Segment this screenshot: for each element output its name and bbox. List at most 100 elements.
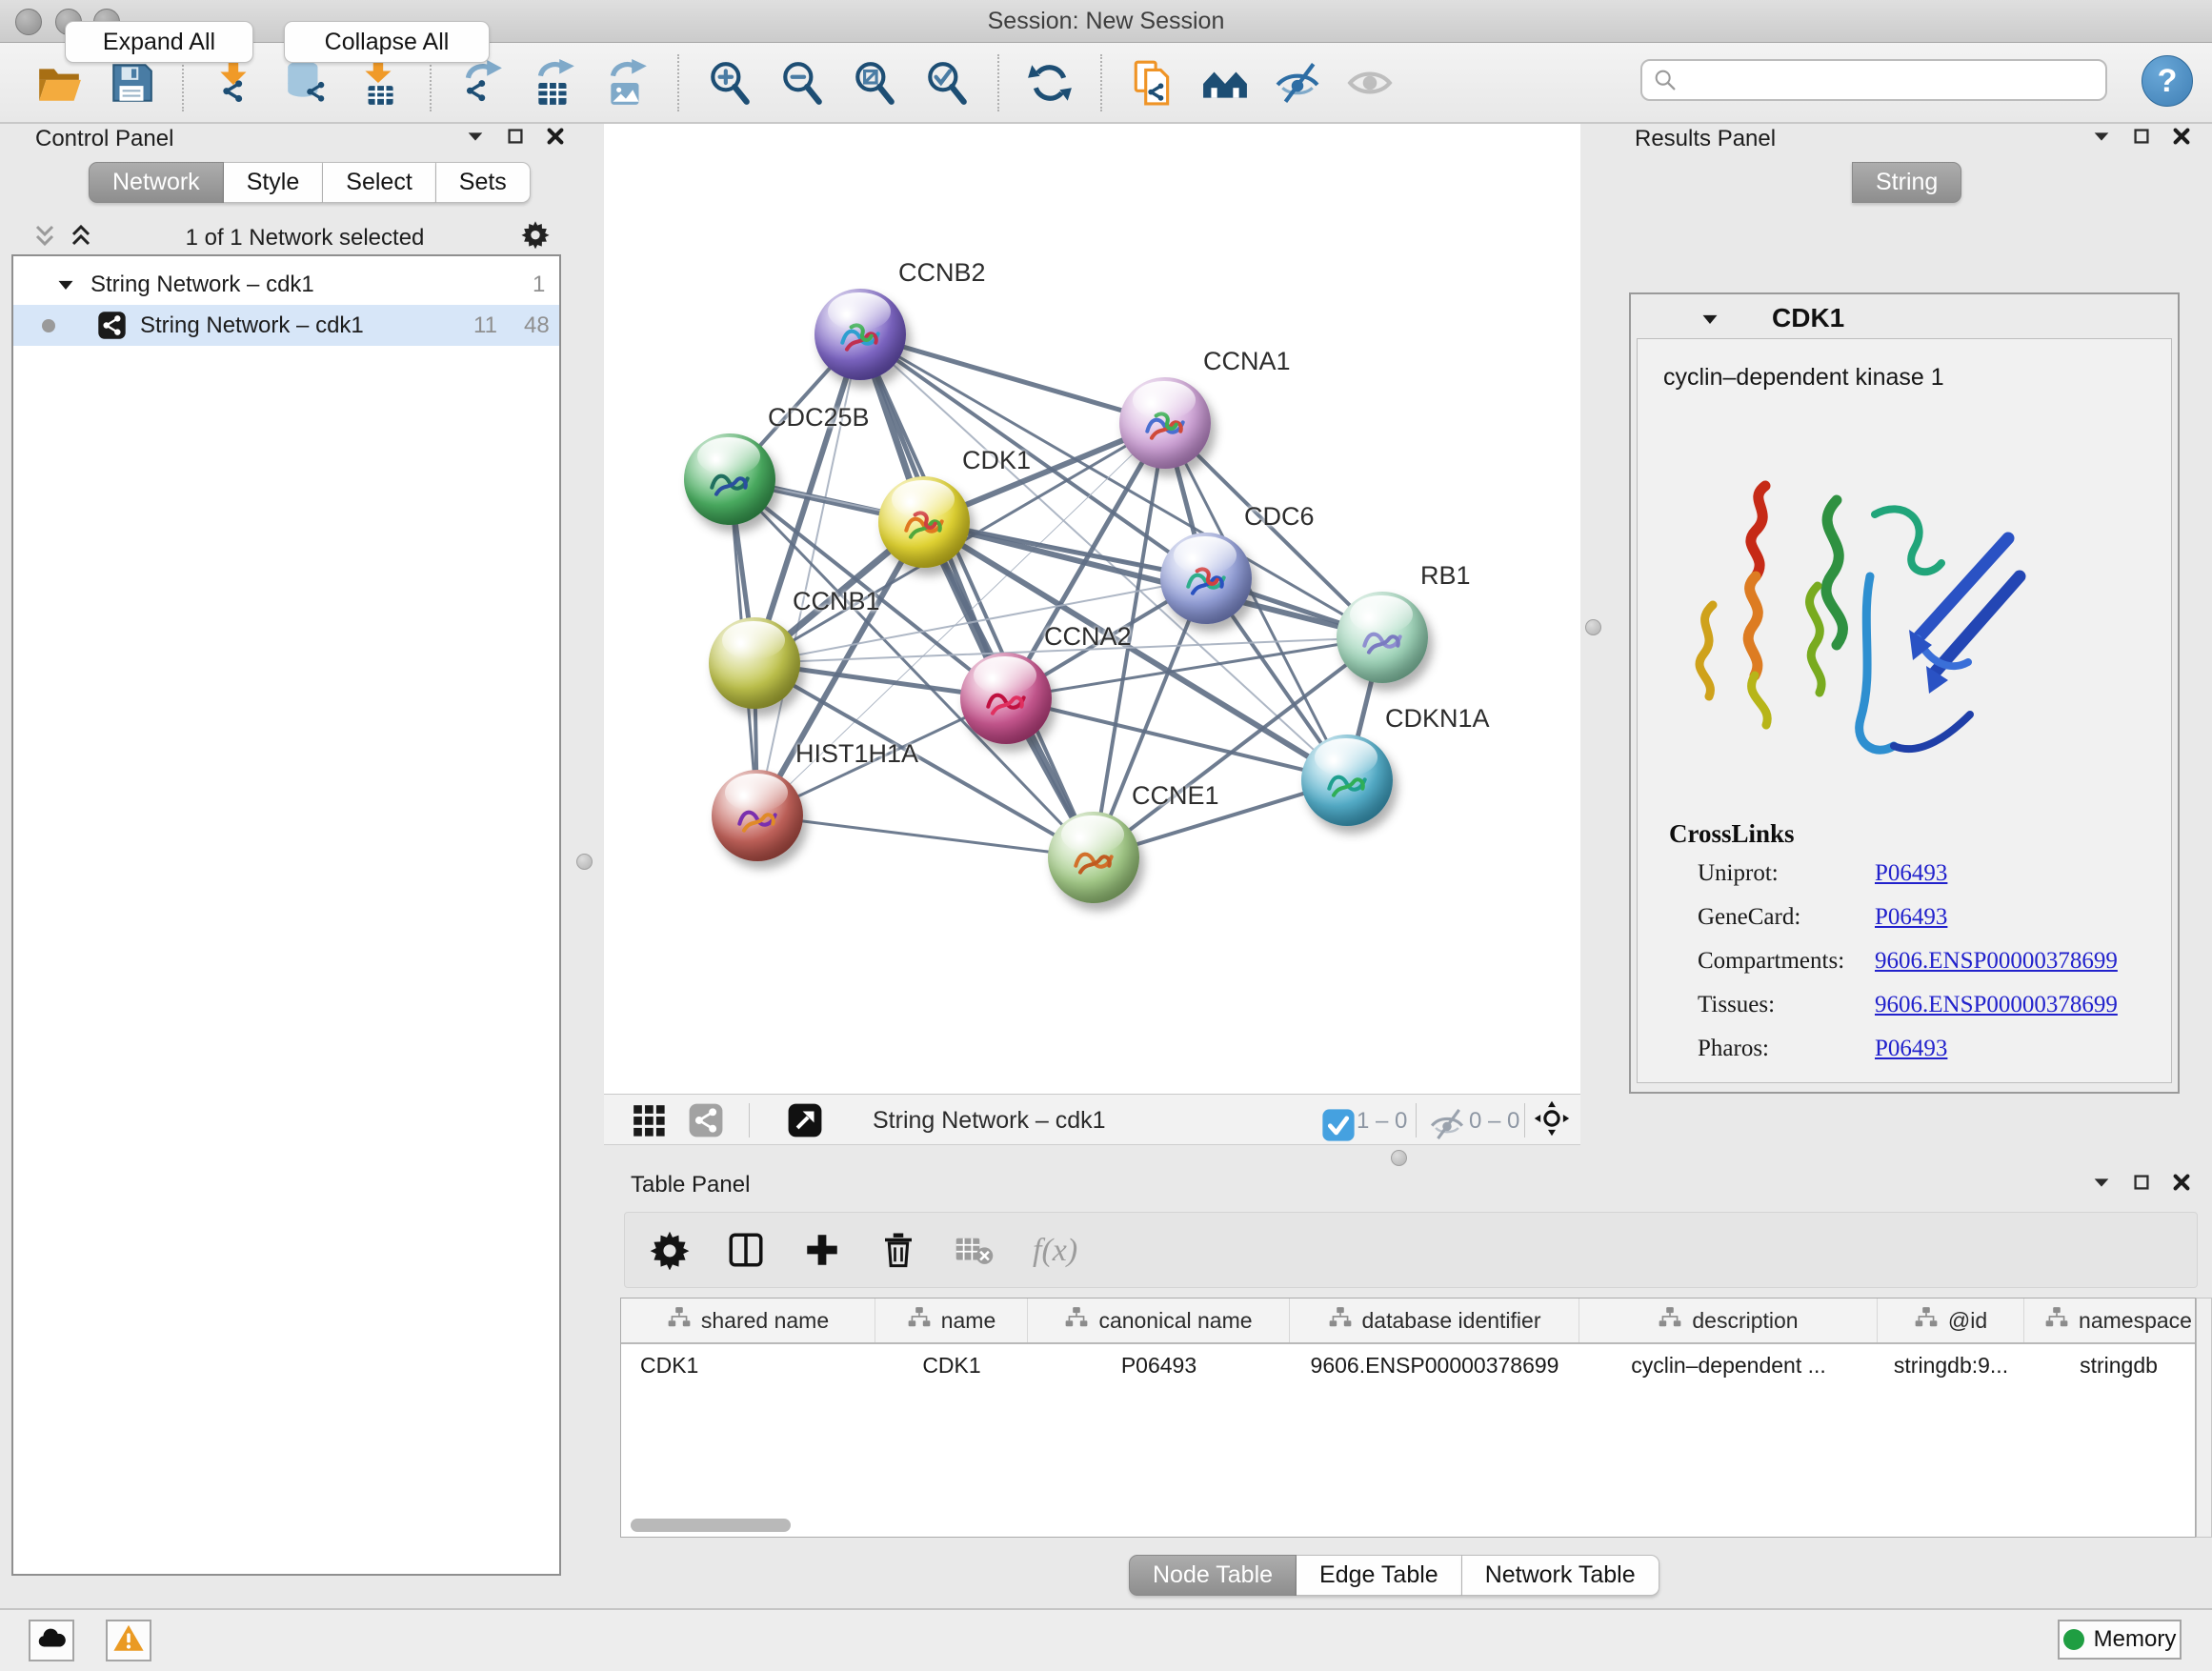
export-image-icon[interactable] bbox=[597, 53, 656, 112]
zoom-out-icon[interactable] bbox=[773, 53, 832, 112]
export-table-icon[interactable] bbox=[525, 53, 584, 112]
left-splitter-handle[interactable] bbox=[576, 854, 593, 870]
crosslink-link[interactable]: 9606.ENSP00000378699 bbox=[1875, 992, 2118, 1018]
network-node-CDC6[interactable] bbox=[1160, 533, 1252, 624]
table-cell[interactable]: CDK1 bbox=[621, 1344, 875, 1386]
network-options-gear-icon[interactable] bbox=[521, 220, 550, 253]
show-column-panel-icon[interactable] bbox=[726, 1230, 766, 1270]
collapse-panel-icon[interactable] bbox=[2091, 126, 2112, 151]
table-cell[interactable]: cyclin–dependent ... bbox=[1579, 1344, 1878, 1386]
network-node-CCNE1[interactable] bbox=[1048, 812, 1139, 903]
table-row[interactable]: CDK1CDK1P064939606.ENSP00000378699cyclin… bbox=[621, 1344, 2195, 1386]
show-all-icon[interactable] bbox=[1340, 53, 1399, 112]
column-tree-icon bbox=[907, 1305, 932, 1336]
hide-selected-icon[interactable] bbox=[1268, 53, 1327, 112]
column-header-database-identifier[interactable]: database identifier bbox=[1290, 1299, 1579, 1342]
memory-button[interactable]: Memory bbox=[2058, 1620, 2182, 1660]
zoom-fit-content-icon[interactable] bbox=[845, 53, 904, 112]
crosslink-label: GeneCard: bbox=[1698, 904, 1800, 931]
help-button[interactable]: ? bbox=[2142, 55, 2193, 107]
delete-column-icon[interactable] bbox=[878, 1230, 918, 1270]
crosshair-navigate-icon[interactable] bbox=[1534, 1100, 1570, 1141]
network-node-CDC25B[interactable] bbox=[684, 433, 775, 525]
network-node-CCNB2[interactable] bbox=[814, 289, 906, 380]
share-view-icon[interactable] bbox=[688, 1102, 724, 1143]
network-collection-label: String Network – cdk1 bbox=[90, 272, 314, 298]
table-cell[interactable]: P06493 bbox=[1028, 1344, 1290, 1386]
table-cell[interactable]: CDK1 bbox=[875, 1344, 1028, 1386]
first-neighbors-icon[interactable] bbox=[1196, 53, 1255, 112]
crosslink-link[interactable]: 9606.ENSP00000378699 bbox=[1875, 948, 2118, 975]
zoom-selected-region-icon[interactable] bbox=[917, 53, 976, 112]
zoom-in-icon[interactable] bbox=[700, 53, 759, 112]
network-node-CCNA2[interactable] bbox=[960, 653, 1052, 744]
column-header-namespace[interactable]: namespace bbox=[2024, 1299, 2212, 1342]
network-node-CDK1[interactable] bbox=[878, 476, 970, 568]
warnings-button[interactable] bbox=[106, 1620, 151, 1661]
new-network-from-selection-icon[interactable] bbox=[1123, 53, 1182, 112]
float-panel-icon[interactable] bbox=[505, 126, 526, 151]
right-splitter-handle[interactable] bbox=[1585, 619, 1601, 635]
collapse-entry-icon[interactable] bbox=[1700, 310, 1721, 333]
node-gloss bbox=[697, 437, 759, 475]
network-node-RB1[interactable] bbox=[1337, 592, 1428, 683]
column-header-description[interactable]: description bbox=[1579, 1299, 1878, 1342]
expand-all-button[interactable]: Expand All bbox=[65, 21, 253, 63]
selected-checkbox-icon[interactable] bbox=[1320, 1107, 1357, 1148]
table-vertical-scrollbar[interactable] bbox=[2196, 1298, 2212, 1538]
crosslink-link[interactable]: P06493 bbox=[1875, 1036, 1947, 1062]
close-panel-icon[interactable] bbox=[545, 126, 566, 151]
collapse-panel-icon[interactable] bbox=[2091, 1172, 2112, 1198]
control-tab-sets[interactable]: Sets bbox=[436, 162, 531, 203]
column-header-@id[interactable]: @id bbox=[1878, 1299, 2024, 1342]
table-cell[interactable]: stringdb bbox=[2024, 1344, 2212, 1386]
collapse-all-tree-icon[interactable] bbox=[32, 222, 57, 253]
table-cell[interactable]: stringdb:9... bbox=[1878, 1344, 2024, 1386]
column-header-canonical-name[interactable]: canonical name bbox=[1028, 1299, 1290, 1342]
delete-table-icon[interactable] bbox=[955, 1230, 995, 1270]
collapse-all-button[interactable]: Collapse All bbox=[284, 21, 490, 63]
search-box[interactable] bbox=[1640, 59, 2107, 101]
expand-all-tree-icon[interactable] bbox=[69, 222, 93, 253]
table-cell[interactable]: 9606.ENSP00000378699 bbox=[1290, 1344, 1579, 1386]
close-panel-icon[interactable] bbox=[2171, 126, 2192, 151]
cloud-icon bbox=[35, 1622, 68, 1660]
network-node-HIST1H1A[interactable] bbox=[712, 770, 803, 861]
column-header-shared-name[interactable]: shared name bbox=[621, 1299, 875, 1342]
crosslink-link[interactable]: P06493 bbox=[1875, 904, 1947, 931]
network-node-CDKN1A[interactable] bbox=[1301, 735, 1393, 826]
network-row[interactable]: String Network – cdk1 11 48 bbox=[13, 305, 559, 346]
table-tab-node-table[interactable]: Node Table bbox=[1129, 1555, 1297, 1596]
network-node-CCNA1[interactable] bbox=[1119, 377, 1211, 469]
table-options-gear-icon[interactable] bbox=[650, 1230, 690, 1270]
cloud-button[interactable] bbox=[29, 1620, 74, 1661]
crosslink-link[interactable]: P06493 bbox=[1875, 860, 1947, 887]
network-node-CCNB1[interactable] bbox=[709, 617, 800, 709]
control-tab-select[interactable]: Select bbox=[323, 162, 435, 203]
network-canvas[interactable]: CCNB2CCNA1CDC25BCDK1CDC6RB1CCNB1CCNA2CDK… bbox=[604, 124, 1580, 1094]
control-tab-style[interactable]: Style bbox=[224, 162, 324, 203]
table-tab-network-table[interactable]: Network Table bbox=[1462, 1555, 1659, 1596]
close-panel-icon[interactable] bbox=[2171, 1172, 2192, 1198]
grid-view-icon[interactable] bbox=[631, 1102, 667, 1143]
node-gloss bbox=[828, 292, 890, 331]
float-panel-icon[interactable] bbox=[2131, 1172, 2152, 1198]
results-panel-tab-string[interactable]: String bbox=[1852, 162, 1961, 203]
hidden-eye-slash-icon[interactable] bbox=[1429, 1106, 1465, 1147]
table-horizontal-scrollbar-thumb[interactable] bbox=[631, 1519, 791, 1532]
create-column-icon[interactable] bbox=[802, 1230, 842, 1270]
search-input[interactable] bbox=[1686, 66, 2096, 94]
column-tree-icon bbox=[1064, 1305, 1089, 1336]
function-builder-icon[interactable]: f(x) bbox=[1031, 1229, 1101, 1271]
tree-expand-icon[interactable] bbox=[56, 275, 75, 294]
column-header-name[interactable]: name bbox=[875, 1299, 1028, 1342]
collapse-panel-icon[interactable] bbox=[465, 126, 486, 151]
birdseye-arrow-icon[interactable] bbox=[787, 1102, 823, 1143]
table-tab-edge-table[interactable]: Edge Table bbox=[1297, 1555, 1462, 1596]
float-panel-icon[interactable] bbox=[2131, 126, 2152, 151]
network-collection-row[interactable]: String Network – cdk1 1 bbox=[13, 264, 559, 305]
bottom-splitter-handle[interactable] bbox=[1391, 1150, 1407, 1166]
control-tab-network[interactable]: Network bbox=[89, 162, 224, 203]
refresh-view-icon[interactable] bbox=[1020, 53, 1079, 112]
search-icon bbox=[1652, 67, 1679, 93]
